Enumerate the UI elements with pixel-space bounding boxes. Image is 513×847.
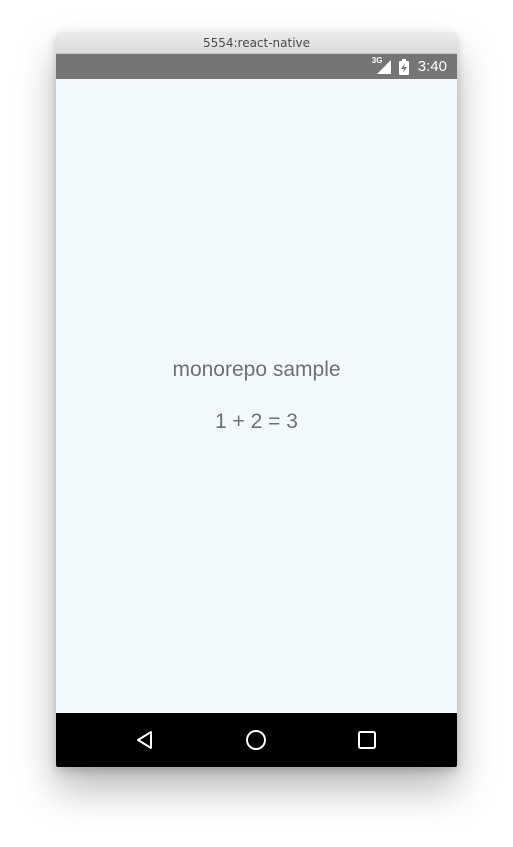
equation-text: 1 + 2 = 3 (215, 410, 298, 433)
android-status-bar: 3G 3:40 (56, 54, 457, 79)
battery-shape (398, 58, 409, 75)
battery-charging-icon (398, 58, 410, 75)
emulator-window: 5554:react-native 3G 3:40 monorepo sampl… (56, 32, 457, 767)
recents-button[interactable] (337, 713, 397, 767)
status-icons: 3G 3:40 (371, 54, 447, 79)
window-title: 5554:react-native (202, 36, 311, 50)
window-title-bar[interactable]: 5554:react-native (56, 32, 457, 54)
home-button[interactable] (226, 713, 286, 767)
network-type-label: 3G (371, 55, 383, 65)
app-content: monorepo sample 1 + 2 = 3 (56, 79, 457, 713)
android-navigation-bar (56, 713, 457, 767)
cell-signal-icon: 3G (371, 55, 392, 75)
back-button[interactable] (115, 713, 175, 767)
home-circle-icon (246, 730, 266, 750)
recents-square-icon (358, 731, 376, 749)
app-title-text: monorepo sample (172, 358, 341, 381)
status-clock: 3:40 (417, 58, 447, 75)
back-triangle-icon (137, 731, 152, 749)
